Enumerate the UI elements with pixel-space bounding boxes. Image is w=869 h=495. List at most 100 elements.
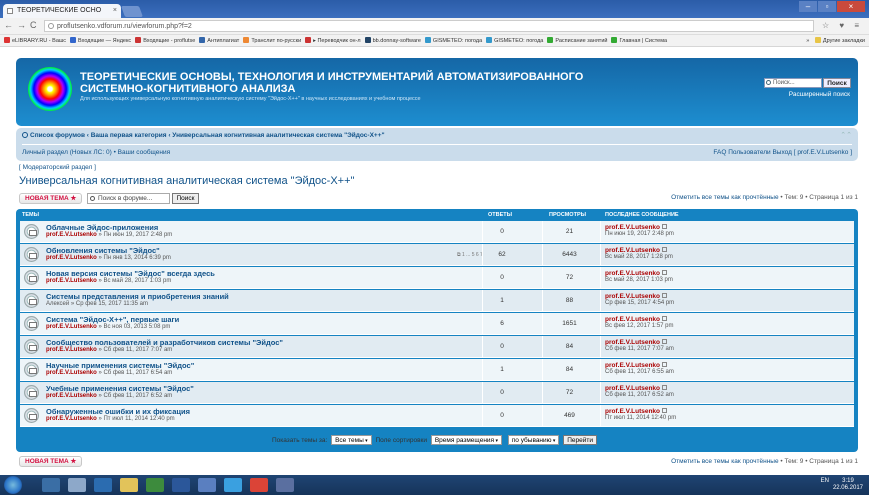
topic-pagination[interactable]: ⧉ 1 ... 5 6 7 — [457, 252, 483, 258]
forum-title[interactable]: Универсальная когнитивная аналитическая … — [19, 175, 354, 187]
bookmark-item[interactable]: Входящие - proflutse — [135, 35, 195, 46]
topic-author-link[interactable]: prof.E.V.Lutsenko — [46, 416, 97, 422]
topic-read-icon — [24, 339, 39, 354]
ie-icon[interactable] — [224, 478, 242, 492]
browser-tab[interactable]: ТЕОРЕТИЧЕСКИЕ ОСНО × — [3, 4, 121, 18]
site-header: ТЕОРЕТИЧЕСКИЕ ОСНОВЫ, ТЕХНОЛОГИЯ И ИНСТР… — [16, 58, 858, 126]
new-topic-button-bottom[interactable]: НОВАЯ ТЕМА ★ — [19, 456, 83, 467]
other-bookmarks[interactable]: Другие закладки — [814, 35, 865, 46]
sort-order-select[interactable]: по убыванию — [507, 435, 560, 445]
bookmark-item[interactable]: GISMETEO: погода — [424, 35, 482, 46]
word-icon[interactable] — [172, 478, 190, 492]
forum-search-button[interactable]: Поиск — [172, 193, 199, 204]
topic-title-link[interactable]: Системы представления и приобретения зна… — [46, 292, 229, 301]
bookmark-item[interactable]: ▸ Переводчик он-л — [305, 35, 361, 46]
minimize-icon[interactable]: – — [799, 1, 817, 12]
collapse-icon[interactable]: ⌃⌃ — [840, 131, 852, 139]
topic-author-link[interactable]: Алексей — [46, 301, 69, 307]
topic-author-link[interactable]: prof.E.V.Lutsenko — [46, 393, 97, 399]
bookmark-item[interactable]: Расписание занятий — [547, 35, 607, 46]
bookmark-item[interactable]: Входящие — Яндекс — [70, 35, 131, 46]
back-icon[interactable]: ← — [4, 20, 13, 30]
col-last-post: ПОСЛЕДНЕЕ СООБЩЕНИЕ — [605, 212, 679, 218]
topic-replies: 0 — [500, 343, 504, 350]
forum-search-input[interactable]: Поиск в форуме... — [87, 193, 170, 204]
topic-author-link[interactable]: prof.E.V.Lutsenko — [46, 347, 97, 353]
bookmark-item[interactable]: GISMETEO: погода — [486, 35, 543, 46]
topic-read-icon — [24, 385, 39, 400]
mark-read-link[interactable]: Отметить все темы как прочтённые — [671, 458, 779, 465]
go-button[interactable]: Перейти — [563, 435, 598, 445]
bookmark-item[interactable]: Транслит по-русски — [243, 35, 301, 46]
topic-author-link[interactable]: prof.E.V.Lutsenko — [46, 370, 97, 376]
goto-post-icon[interactable] — [662, 385, 668, 390]
show-select[interactable]: Все темы — [331, 435, 372, 445]
goto-post-icon[interactable] — [662, 224, 668, 229]
bookmark-item[interactable]: Главная | Система — [611, 35, 667, 46]
topic-title-link[interactable]: Система "Эйдос-Х++", первые шаги — [46, 315, 179, 324]
goto-post-icon[interactable] — [662, 362, 668, 367]
chrome-icon[interactable] — [250, 478, 268, 492]
new-tab-button[interactable] — [120, 6, 144, 17]
header-search-button[interactable]: Поиск — [823, 78, 851, 88]
advanced-search-link[interactable]: Расширенный поиск — [789, 91, 850, 98]
new-topic-button[interactable]: НОВАЯ ТЕМА ★ — [19, 193, 83, 204]
topic-title-link[interactable]: Новая версия системы "Эйдос" всегда здес… — [46, 269, 215, 278]
photoshop-icon[interactable] — [94, 478, 112, 492]
app-icon[interactable] — [198, 478, 216, 492]
topic-title-link[interactable]: Учебные применения системы "Эйдос" — [46, 384, 194, 393]
sort-field-select[interactable]: Время размещения — [430, 435, 502, 445]
toolbar-icons[interactable]: ☆ ♥ ≡ — [822, 21, 863, 30]
reload-icon[interactable]: C — [30, 20, 37, 30]
close-window-icon[interactable]: × — [837, 1, 865, 12]
bookmark-icon — [364, 37, 371, 43]
excel-icon[interactable] — [146, 478, 164, 492]
topic-title-link[interactable]: Облачные Эйдос-приложения — [46, 223, 158, 232]
forward-icon[interactable]: → — [17, 20, 26, 30]
mark-read-link[interactable]: Отметить все темы как прочтённые — [671, 194, 779, 201]
header-search-input[interactable]: Поиск... — [764, 78, 822, 88]
bookmark-item[interactable]: Антиплагиат — [199, 35, 239, 46]
language-indicator[interactable]: EN — [821, 478, 829, 484]
topic-meta: Алексей » Ср фев 15, 2017 11:35 am — [46, 301, 148, 307]
goto-post-icon[interactable] — [662, 339, 668, 344]
goto-post-icon[interactable] — [662, 293, 668, 298]
goto-post-icon[interactable] — [662, 270, 668, 275]
start-button[interactable] — [4, 476, 22, 494]
clock[interactable]: 3:19 22.06.2017 — [833, 478, 863, 492]
bookmark-item[interactable]: bb.donnay-software — [364, 35, 421, 46]
last-post-author: prof.E.V.Lutsenko — [605, 339, 674, 346]
last-post: prof.E.V.Lutsenko Вс май 28, 2017 1:28 pm — [605, 247, 673, 260]
url-input[interactable]: proflutsenko.vdforum.ru/viewforum.php?f=… — [44, 20, 814, 32]
breadcrumb[interactable]: Список форумов ‹ Ваша первая категория ‹… — [22, 132, 385, 139]
media-icon[interactable] — [68, 478, 86, 492]
maximize-icon[interactable]: ▫ — [818, 1, 836, 12]
topic-author-link[interactable]: prof.E.V.Lutsenko — [46, 278, 97, 284]
goto-post-icon[interactable] — [662, 408, 668, 413]
tab-close-icon[interactable]: × — [113, 4, 117, 18]
goto-post-icon[interactable] — [662, 316, 668, 321]
topic-title-link[interactable]: Обнаруженные ошибки и их фиксация — [46, 407, 190, 416]
site-logo[interactable] — [28, 67, 72, 111]
show-label: Показать темы за: — [271, 437, 328, 444]
bookmarks-more-icon[interactable]: » — [806, 38, 809, 44]
save-icon[interactable] — [276, 478, 294, 492]
topic-title-link[interactable]: Сообщество пользователей и разработчиков… — [46, 338, 283, 347]
topic-author-link[interactable]: prof.E.V.Lutsenko — [46, 324, 97, 330]
topic-replies: 0 — [500, 389, 504, 396]
topic-title-link[interactable]: Обновления системы "Эйдос" — [46, 246, 160, 255]
personal-links[interactable]: Личный раздел (Новых ЛС: 0) • Ваши сообщ… — [22, 149, 170, 156]
topic-author-link[interactable]: prof.E.V.Lutsenko — [46, 232, 97, 238]
topic-title-link[interactable]: Научные применения системы "Эйдос" — [46, 361, 194, 370]
topic-views: 21 — [565, 228, 574, 235]
explorer-icon[interactable] — [42, 478, 60, 492]
site-title[interactable]: ТЕОРЕТИЧЕСКИЕ ОСНОВЫ, ТЕХНОЛОГИЯ И ИНСТР… — [80, 71, 640, 95]
moderator-link[interactable]: [ Модераторский раздел ] — [19, 164, 96, 171]
goto-post-icon[interactable] — [662, 247, 668, 252]
user-links[interactable]: FAQ Пользователи Выход [ prof.E.V.Lutsen… — [713, 149, 852, 156]
topic-read-icon — [24, 362, 39, 377]
address-bar-row: ← → C proflutsenko.vdforum.ru/viewforum.… — [0, 18, 869, 35]
bookmark-item[interactable]: eLIBRARY.RU - Вашс — [4, 35, 66, 46]
topic-author-link[interactable]: prof.E.V.Lutsenko — [46, 255, 97, 261]
folder-icon[interactable] — [120, 478, 138, 492]
